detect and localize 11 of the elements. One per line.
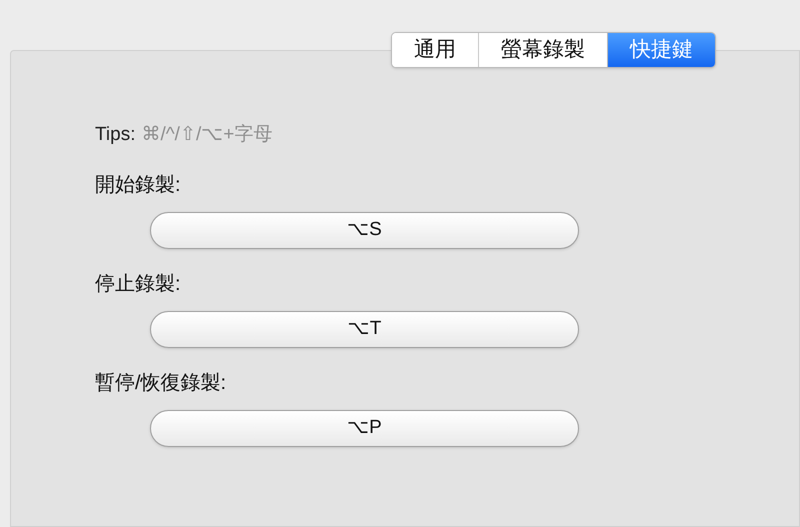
tips-label: Tips: [95,123,136,147]
tips-text: ⌘/^/⇧/⌥+字母 [141,123,272,147]
shortcut-field[interactable]: ⌥T [150,310,579,348]
shortcut-label: 暫停/恢復錄製: [95,370,226,396]
shortcut-label: 停止錄製: [95,272,181,296]
tab[interactable]: 螢幕錄製 [478,33,607,67]
tab[interactable]: 快捷鍵 [607,33,715,67]
shortcut-field[interactable]: ⌥P [150,410,579,446]
tab[interactable]: 通用 [392,33,478,67]
shortcut-field[interactable]: ⌥S [150,212,579,248]
shortcut-label: 開始錄製: [95,172,181,198]
